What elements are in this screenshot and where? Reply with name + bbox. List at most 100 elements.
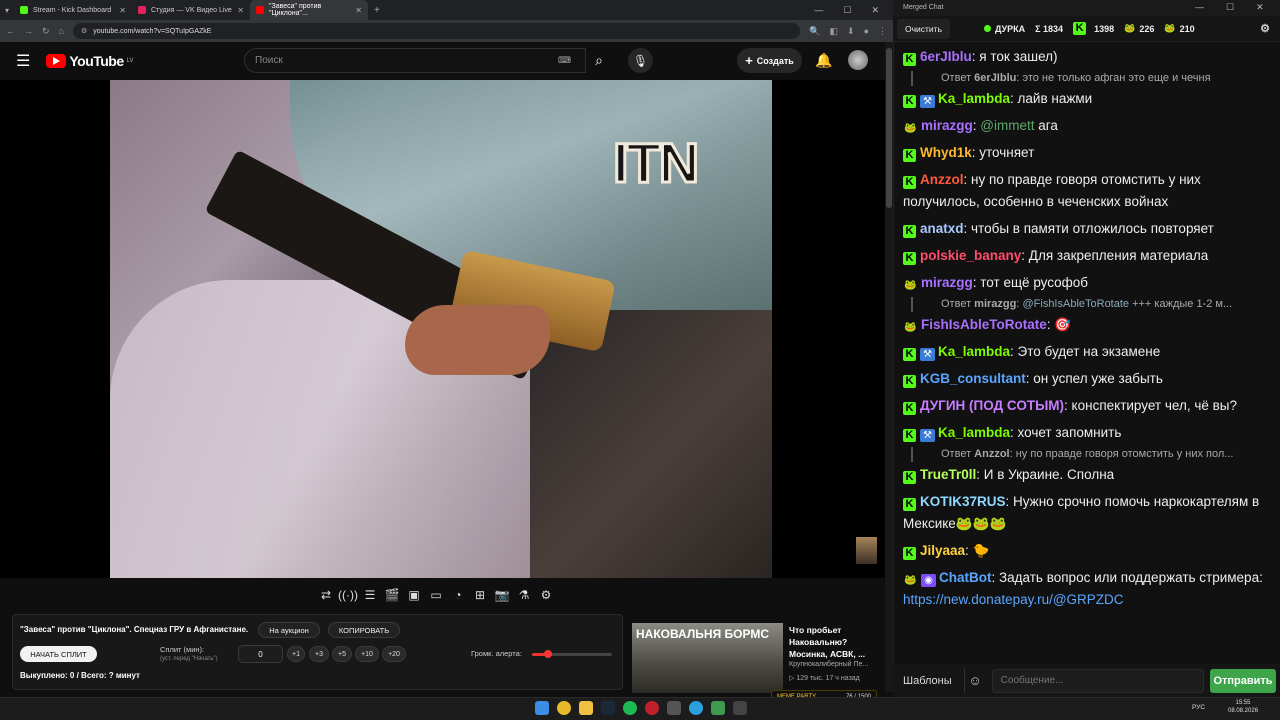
playlist-icon[interactable]: ☰	[362, 587, 378, 603]
broadcast-icon[interactable]: ((·))	[338, 587, 358, 603]
folder-icon[interactable]	[579, 701, 593, 715]
video-mini-thumbnail[interactable]	[856, 537, 877, 564]
language-indicator[interactable]: РУС	[1192, 704, 1205, 711]
flask-icon[interactable]: ⚗	[516, 587, 532, 603]
settings-gear-icon[interactable]: ⚙	[1260, 22, 1270, 35]
back-icon[interactable]: ←	[6, 26, 15, 36]
maximize-icon[interactable]: ☐	[1226, 2, 1234, 13]
avatar[interactable]	[848, 50, 868, 70]
increment-button[interactable]: +20	[382, 646, 406, 662]
tab-list-icon[interactable]: ▾	[0, 6, 14, 15]
keyboard-icon[interactable]: ⌨	[558, 55, 571, 66]
message-input[interactable]	[991, 668, 1204, 693]
copy-button[interactable]: КОПИРОВАТЬ	[328, 622, 400, 638]
chat-username[interactable]: mirazgg	[921, 118, 973, 133]
chat-message-list[interactable]: K 6erJIblu: я ток зашел) Ответ 6erJIblu: э…	[893, 44, 1280, 664]
chat-username[interactable]: Ka_lambda	[938, 425, 1010, 440]
chat-username[interactable]: Ka_lambda	[938, 91, 1010, 106]
steam-icon[interactable]	[601, 701, 615, 715]
tab-vk-studio[interactable]: Студия — VK Видео Live ✕	[132, 0, 250, 20]
download-icon[interactable]: ⬇	[847, 26, 855, 37]
close-window-icon[interactable]: ✕	[871, 5, 879, 16]
opera-icon[interactable]	[645, 701, 659, 715]
maximize-icon[interactable]: ☐	[843, 5, 851, 16]
settings-gear-icon[interactable]: ⚙	[538, 587, 554, 603]
chat-username[interactable]: 6erJIblu	[920, 49, 972, 64]
donate-link[interactable]: https://new.donatepay.ru/@GRPZDC	[903, 592, 1124, 607]
menu-icon[interactable]: ⋮	[878, 26, 887, 37]
chat-username[interactable]: ChatBot	[939, 570, 992, 585]
chat-username[interactable]: TrueTr0ll	[920, 467, 976, 482]
increment-button[interactable]: +1	[287, 646, 305, 662]
reply-username[interactable]: mirazgg	[974, 298, 1016, 310]
chat-username[interactable]: Whyd1k	[920, 145, 972, 160]
scrollbar-thumb[interactable]	[886, 48, 892, 208]
alert-volume-knob[interactable]	[544, 650, 552, 658]
minimize-icon[interactable]: —	[1195, 2, 1204, 13]
theater-mode-icon[interactable]: ▭	[428, 587, 444, 603]
picture-in-picture-icon[interactable]: ▣	[406, 587, 422, 603]
increment-button[interactable]: +5	[332, 646, 352, 662]
chat-username[interactable]: KGB_consultant	[920, 371, 1026, 386]
reply-preview[interactable]: Ответ Anzzol: ну по правде говоря отомст…	[911, 447, 1280, 462]
tab-kick-dashboard[interactable]: Stream - Kick Dashboard ✕	[14, 0, 132, 20]
clapper-icon[interactable]: 🎬	[384, 587, 400, 603]
chat-username[interactable]: mirazgg	[921, 275, 973, 290]
notifications-bell-icon[interactable]: 🔔	[815, 52, 832, 69]
add-box-icon[interactable]: ⊞	[472, 587, 488, 603]
auction-button[interactable]: На аукцион	[258, 622, 320, 638]
extensions-icon[interactable]: ◧	[830, 26, 839, 37]
zoom-icon[interactable]: 🔍	[809, 26, 820, 37]
reply-username[interactable]: 6erJIblu	[974, 72, 1016, 84]
minimize-icon[interactable]: —	[814, 5, 823, 16]
profile-icon[interactable]: ●	[864, 26, 869, 36]
split-minutes-input[interactable]: 0	[238, 645, 283, 663]
reload-icon[interactable]: ↻	[42, 26, 50, 37]
close-window-icon[interactable]: ✕	[1256, 2, 1264, 13]
recommended-channel[interactable]: Крупнокалиберный Пе...	[789, 661, 868, 668]
speed-icon[interactable]: ◔	[450, 587, 466, 603]
mention[interactable]: @immett	[980, 118, 1034, 133]
create-button[interactable]: + Создать	[737, 48, 802, 73]
chat-username[interactable]: Ka_lambda	[938, 344, 1010, 359]
screenshot-icon[interactable]: 📷	[494, 587, 510, 603]
home-icon[interactable]: ⌂	[59, 26, 64, 36]
start-icon[interactable]	[535, 701, 549, 715]
chat-username[interactable]: anatxd	[920, 221, 964, 236]
close-tab-icon[interactable]: ✕	[237, 6, 244, 15]
telegram-icon[interactable]	[689, 701, 703, 715]
reply-preview[interactable]: Ответ mirazgg: @FishIsAbleToRotate +++ к…	[911, 297, 1280, 312]
recommended-title[interactable]: Что пробьет Наковальню? Мосинка, АСВК, .…	[789, 624, 874, 660]
chat-username[interactable]: FishIsAbleToRotate	[921, 317, 1047, 332]
reply-username[interactable]: Anzzol	[974, 448, 1009, 460]
emoji-icon[interactable]: ☺	[963, 668, 986, 693]
loop-icon[interactable]: ⇄	[318, 587, 334, 603]
youtube-logo[interactable]: YouTube LV	[46, 53, 134, 69]
app-icon[interactable]	[711, 701, 725, 715]
chat-username[interactable]: ДУГИН (ПОД СОТЫМ)	[920, 398, 1064, 413]
chat-username[interactable]: Anzzol	[920, 172, 964, 187]
clear-button[interactable]: Очистить	[897, 18, 951, 39]
app-icon[interactable]	[733, 701, 747, 715]
chat-username[interactable]: KOTIK37RUS	[920, 494, 1006, 509]
search-button[interactable]: ⌕	[586, 48, 612, 73]
search-input[interactable]: Поиск ⌨	[244, 48, 586, 73]
increment-button[interactable]: +10	[355, 646, 379, 662]
send-button[interactable]: Отправить	[1210, 668, 1276, 693]
mention[interactable]: @FishIsAbleToRotate	[1022, 298, 1129, 310]
tab-youtube-video[interactable]: "Завеса" против "Циклона"... ✕	[250, 0, 368, 20]
close-tab-icon[interactable]: ✕	[355, 6, 362, 15]
chat-username[interactable]: Jilyaaa	[920, 543, 965, 558]
chrome-icon[interactable]	[557, 701, 571, 715]
forward-icon[interactable]: →	[24, 26, 33, 36]
url-field[interactable]: ⚙ youtube.com/watch?v=SQTuIpGAZkE	[72, 23, 801, 39]
new-tab-icon[interactable]: +	[374, 5, 380, 16]
voice-search-button[interactable]: 🎙	[628, 48, 653, 73]
templates-button[interactable]: Шаблоны	[897, 669, 958, 693]
reply-preview[interactable]: Ответ 6erJIblu: это не только афган это …	[911, 71, 1280, 86]
increment-button[interactable]: +3	[309, 646, 329, 662]
close-tab-icon[interactable]: ✕	[119, 6, 126, 15]
chat-username[interactable]: polskie_banany	[920, 248, 1021, 263]
clock[interactable]: 15:55 08.08.2026	[1228, 699, 1258, 715]
app-icon[interactable]	[667, 701, 681, 715]
